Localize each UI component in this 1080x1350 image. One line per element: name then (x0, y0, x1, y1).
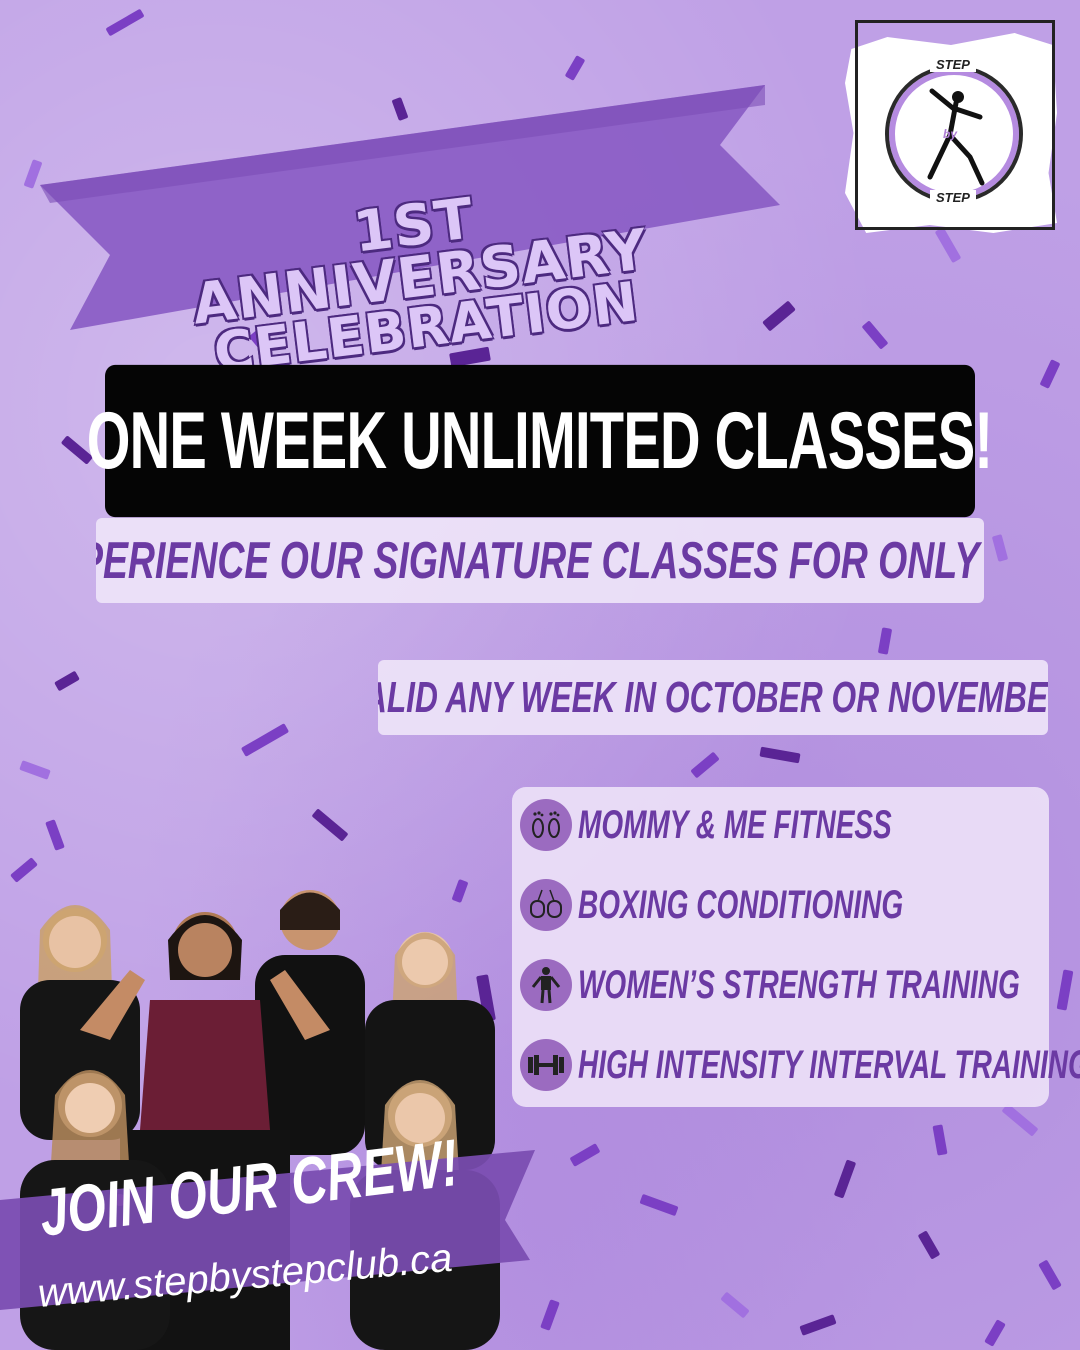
logo-mid-text: by (943, 127, 958, 141)
footprints-icon (520, 799, 572, 851)
headline-box: ONE WEEK UNLIMITED CLASSES! (87, 364, 994, 518)
headline-text: ONE WEEK UNLIMITED CLASSES! (87, 396, 993, 486)
classes-panel: MOMMY & ME FITNESS BOXING CONDITIONING W… (512, 787, 1080, 1107)
class-item: BOXING CONDITIONING (520, 875, 1050, 935)
class-item: HIGH INTENSITY INTERVAL TRAINING (520, 1035, 1080, 1095)
anniversary-banner: 1ST ANNIVERSARY CELEBRATION (20, 85, 800, 384)
class-label: MOMMY & ME FITNESS (578, 802, 892, 847)
class-label: WOMEN’S STRENGTH TRAINING (578, 962, 1020, 1007)
class-item: WOMEN’S STRENGTH TRAINING (520, 955, 1050, 1015)
class-label: HIGH INTENSITY INTERVAL TRAINING (578, 1042, 1080, 1087)
offer-pill: EXPERIENCE OUR SIGNATURE CLASSES FOR ONL… (96, 518, 984, 603)
boxing-gloves-icon (520, 879, 572, 931)
class-label: BOXING CONDITIONING (578, 882, 904, 927)
dumbbell-icon (520, 1039, 572, 1091)
logo-top-text: STEP (930, 57, 976, 72)
brand-logo: STEP by STEP (845, 15, 1065, 235)
validity-pill: VALID ANY WEEK IN OCTOBER OR NOVEMBER! (378, 660, 1048, 735)
class-item: MOMMY & ME FITNESS (520, 795, 1050, 855)
offer-text: EXPERIENCE OUR SIGNATURE CLASSES FOR ONL… (96, 531, 984, 590)
person-strength-icon (520, 959, 572, 1011)
logo-bottom-text: STEP (930, 190, 976, 205)
validity-text: VALID ANY WEEK IN OCTOBER OR NOVEMBER! (378, 672, 1048, 722)
